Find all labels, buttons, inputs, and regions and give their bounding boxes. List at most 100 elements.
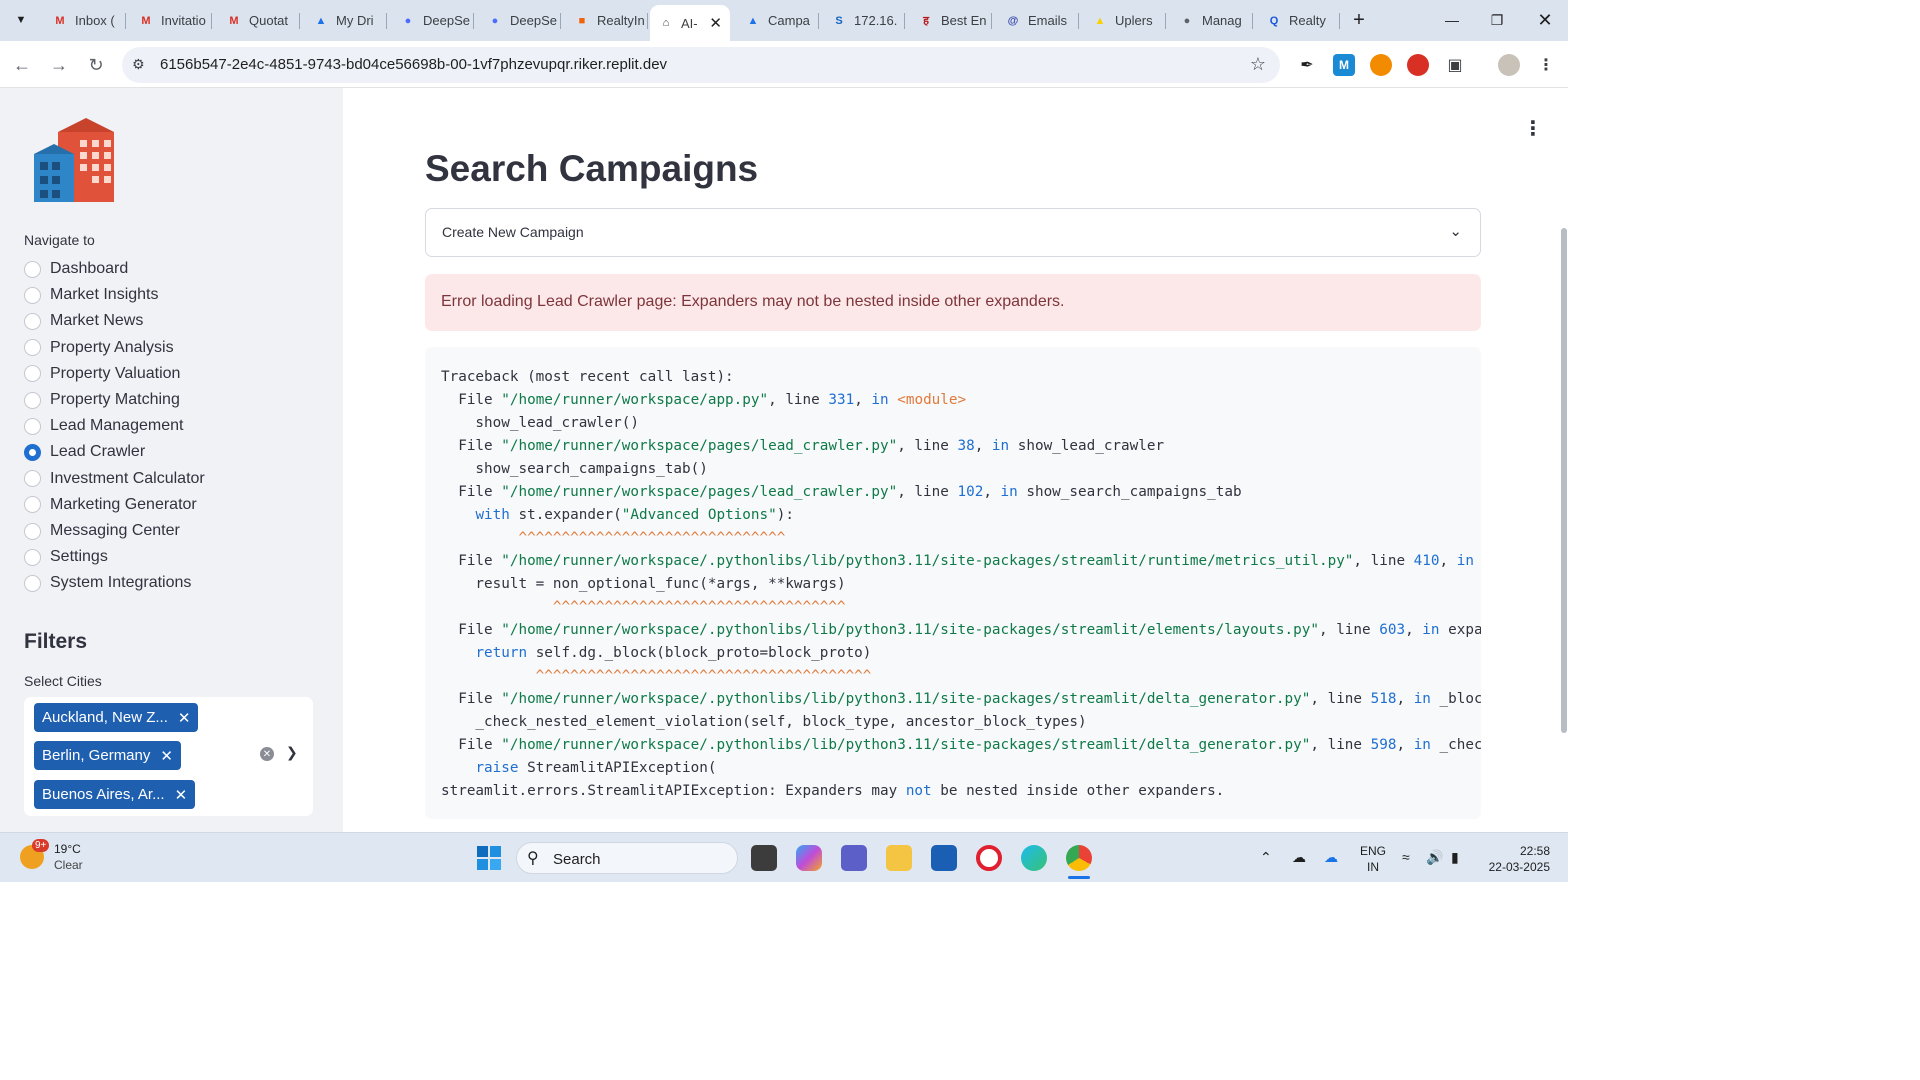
radio-button[interactable] — [24, 574, 41, 592]
onedrive-sync-icon[interactable]: ☁ — [1324, 849, 1338, 866]
radio-button[interactable] — [24, 470, 41, 488]
app-menu-icon[interactable]: ⋮ — [1523, 116, 1543, 141]
copilot-icon[interactable] — [796, 845, 822, 871]
clock[interactable]: 22:58 22-03-2025 — [1480, 843, 1550, 875]
battery-icon[interactable]: ▮ — [1451, 849, 1459, 866]
chevron-down-icon[interactable]: ❯ — [286, 744, 298, 761]
tab-separator — [560, 13, 561, 29]
remove-chip-icon[interactable]: ✕ — [178, 709, 191, 727]
remove-chip-icon[interactable]: ✕ — [160, 747, 173, 765]
volume-icon[interactable]: 🔊 — [1426, 849, 1443, 866]
page-scrollbar[interactable] — [1561, 228, 1567, 733]
file-explorer-icon[interactable] — [886, 845, 912, 871]
sidebar-nav-item[interactable]: Market Insights — [24, 283, 158, 307]
tab-search-chevron-icon[interactable]: ▼ — [8, 8, 34, 32]
sidebar-nav-item[interactable]: Lead Crawler — [24, 440, 145, 464]
sidebar-nav-item[interactable]: Property Matching — [24, 388, 180, 412]
m-extension-icon[interactable]: M — [1333, 54, 1355, 76]
profile-avatar[interactable] — [1498, 54, 1520, 76]
weather-widget[interactable]: 9+ 19°C Clear — [20, 839, 83, 873]
wifi-icon[interactable]: ≈ — [1402, 849, 1410, 865]
browser-tab[interactable]: ह Best En — [910, 6, 992, 35]
close-tab-icon[interactable]: ✕ — [709, 14, 722, 32]
url-text[interactable]: 6156b547-2e4c-4851-9743-bd04ce56698b-00-… — [160, 56, 667, 73]
clear-selection-icon[interactable]: ✕ — [260, 747, 274, 761]
city-multiselect[interactable]: Auckland, New Z... ✕ Berlin, Germany ✕ Bueno… — [24, 697, 313, 816]
pokeball-extension-icon[interactable] — [1407, 54, 1429, 76]
radio-button[interactable] — [24, 443, 41, 461]
sidebar-nav-item[interactable]: Market News — [24, 309, 143, 333]
create-campaign-expander[interactable]: Create New Campaign ⌄ — [425, 208, 1481, 257]
chrome-icon[interactable] — [1066, 845, 1092, 871]
tab-separator — [1252, 13, 1253, 29]
extensions-puzzle-icon[interactable]: ▣ — [1444, 54, 1466, 76]
sidebar-nav-item[interactable]: Property Analysis — [24, 336, 174, 360]
sidebar-nav-item[interactable]: Dashboard — [24, 257, 128, 281]
reload-button[interactable]: ↻ — [82, 51, 110, 79]
address-bar[interactable]: ⚙ 6156b547-2e4c-4851-9743-bd04ce56698b-0… — [122, 47, 1280, 83]
browser-tab[interactable]: ● DeepSe — [479, 6, 561, 35]
site-info-icon[interactable]: ⚙ — [132, 56, 145, 73]
browser-tab[interactable]: Q Realty — [1258, 6, 1340, 35]
teams-icon[interactable] — [841, 845, 867, 871]
browser-tab[interactable]: M Invitatio — [130, 6, 212, 35]
uplers-icon: ▲ — [1094, 14, 1106, 27]
globe-icon: ● — [1183, 14, 1191, 27]
city-chip: Auckland, New Z... ✕ — [34, 703, 199, 732]
browser-tab[interactable]: ● DeepSe — [392, 6, 474, 35]
browser-tab[interactable]: ▲ Campa — [737, 6, 819, 35]
radio-button[interactable] — [24, 339, 41, 357]
windows-start-icon[interactable] — [476, 845, 502, 871]
new-tab-button[interactable]: + — [1347, 8, 1371, 32]
sidebar-nav-item[interactable]: System Integrations — [24, 571, 191, 595]
browser-tab[interactable]: ■ RealtyIn — [566, 6, 648, 35]
opera-icon[interactable] — [976, 845, 1002, 871]
restore-button[interactable]: ❐ — [1482, 8, 1512, 32]
remove-chip-icon[interactable]: ✕ — [175, 786, 188, 804]
tray-overflow-chevron-icon[interactable]: ⌃ — [1260, 849, 1272, 866]
store-icon[interactable] — [931, 845, 957, 871]
radio-button[interactable] — [24, 365, 41, 383]
radio-button[interactable] — [24, 548, 41, 566]
browser-tab[interactable]: ⌂ AI- ✕ — [650, 5, 730, 41]
forward-button[interactable]: → — [45, 51, 73, 79]
sidebar-nav-item[interactable]: Investment Calculator — [24, 467, 205, 491]
edge-icon[interactable] — [1021, 845, 1047, 871]
browser-tab[interactable]: @ Emails — [997, 6, 1079, 35]
close-window-button[interactable]: ✕ — [1530, 8, 1560, 32]
browser-tab[interactable]: M Quotat — [218, 6, 300, 35]
browser-tab[interactable]: S 172.16. — [823, 6, 905, 35]
sidebar-nav-item[interactable]: Lead Management — [24, 414, 183, 438]
radio-button[interactable] — [24, 417, 41, 435]
onedrive-cloud-icon[interactable]: ☁ — [1292, 849, 1306, 866]
traceback-line: streamlit.errors.StreamlitAPIException: … — [441, 783, 1225, 799]
tab-separator — [991, 13, 992, 29]
browser-menu-icon[interactable]: ⋮ — [1535, 54, 1557, 76]
radio-button[interactable] — [24, 391, 41, 409]
language-indicator[interactable]: ENG IN — [1360, 843, 1386, 875]
taskbar-search[interactable]: ⚲ Search — [516, 842, 738, 874]
radio-button[interactable] — [24, 260, 41, 278]
back-button[interactable]: ← — [8, 51, 36, 79]
radio-button[interactable] — [24, 522, 41, 540]
sidebar-nav-item[interactable]: Settings — [24, 545, 108, 569]
browser-tab[interactable]: ● Manag — [1171, 6, 1253, 35]
sidebar-nav-label: Settings — [50, 548, 108, 566]
bookmark-star-icon[interactable]: ☆ — [1250, 54, 1266, 75]
browser-tab[interactable]: ▲ My Dri — [305, 6, 387, 35]
radio-button[interactable] — [24, 496, 41, 514]
browser-tab[interactable]: M Inbox ( — [44, 6, 126, 35]
sidebar-nav-item[interactable]: Messaging Center — [24, 519, 180, 543]
browser-tab[interactable]: ▲ Uplers — [1084, 6, 1166, 35]
sidebar-nav-label: Dashboard — [50, 260, 129, 277]
sidebar-nav-item[interactable]: Property Valuation — [24, 362, 180, 386]
eyedropper-extension-icon[interactable]: ✒ — [1296, 54, 1318, 76]
radio-button[interactable] — [24, 286, 41, 304]
sidebar-nav-item[interactable]: Marketing Generator — [24, 493, 197, 517]
minimize-button[interactable]: — — [1437, 8, 1467, 32]
sidebar: Navigate to Dashboard Market Insights Mark… — [0, 88, 343, 832]
task-view-icon[interactable] — [751, 845, 777, 871]
chevron-down-icon: ⌄ — [1449, 223, 1462, 240]
radio-button[interactable] — [24, 312, 41, 330]
orange-extension-icon[interactable] — [1370, 54, 1392, 76]
